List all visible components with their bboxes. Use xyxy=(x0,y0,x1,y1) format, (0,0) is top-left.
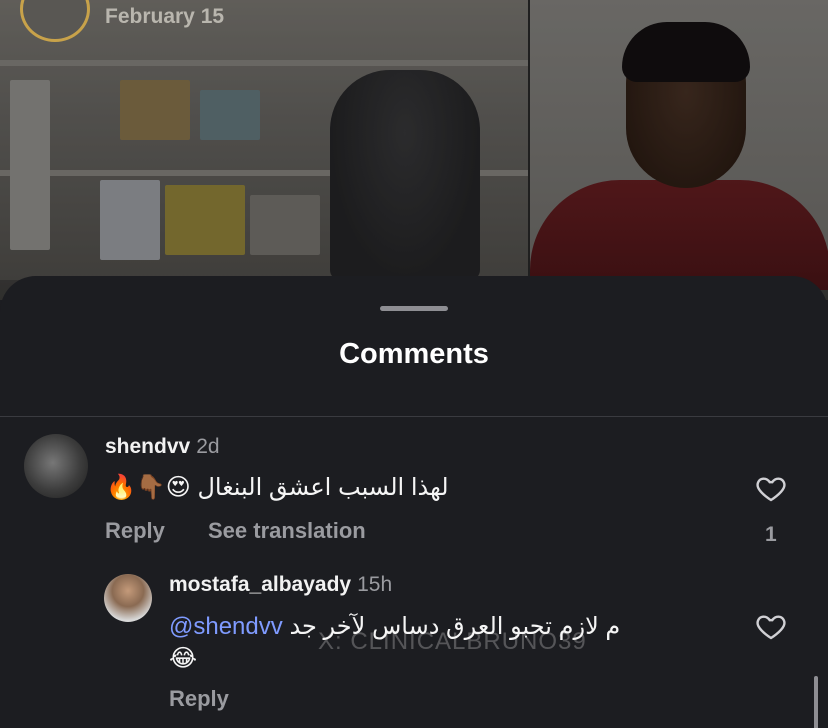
avatar[interactable] xyxy=(104,574,152,622)
scrollbar[interactable] xyxy=(814,676,818,728)
username-text[interactable]: shendvv xyxy=(105,435,190,458)
comments-sheet: Comments shendvv 2d لهذا السبب اعشق البنغ… xyxy=(0,276,828,728)
video-preview[interactable]: February 15 xyxy=(0,0,828,300)
drag-handle[interactable] xyxy=(380,306,448,311)
reply-button[interactable]: Reply xyxy=(169,686,229,712)
watermark: X: CLINICALBRUNO39 xyxy=(318,628,587,655)
comment-username[interactable]: shendvv 2d xyxy=(105,435,220,459)
reply-emoji: 😂 xyxy=(169,645,198,672)
heart-outline-icon[interactable] xyxy=(754,610,788,642)
reply-time: 15h xyxy=(357,573,393,596)
post-date: February 15 xyxy=(105,5,225,28)
video-dim-overlay xyxy=(0,0,828,300)
username-text[interactable]: mostafa_albayady xyxy=(169,573,351,596)
heart-outline-icon[interactable] xyxy=(754,472,788,504)
sheet-title: Comments xyxy=(339,338,489,370)
avatar[interactable] xyxy=(24,434,88,498)
see-translation-button[interactable]: See translation xyxy=(208,518,366,544)
reply-button[interactable]: Reply xyxy=(105,518,165,544)
reply-username[interactable]: mostafa_albayady 15h xyxy=(169,573,392,597)
comment-text: لهذا السبب اعشق البنغال 😍👇🏾🔥 xyxy=(106,474,449,501)
comment-time: 2d xyxy=(196,435,220,458)
divider xyxy=(0,416,828,417)
like-count: 1 xyxy=(765,523,777,546)
mention-link[interactable]: @shendvv xyxy=(169,613,283,640)
